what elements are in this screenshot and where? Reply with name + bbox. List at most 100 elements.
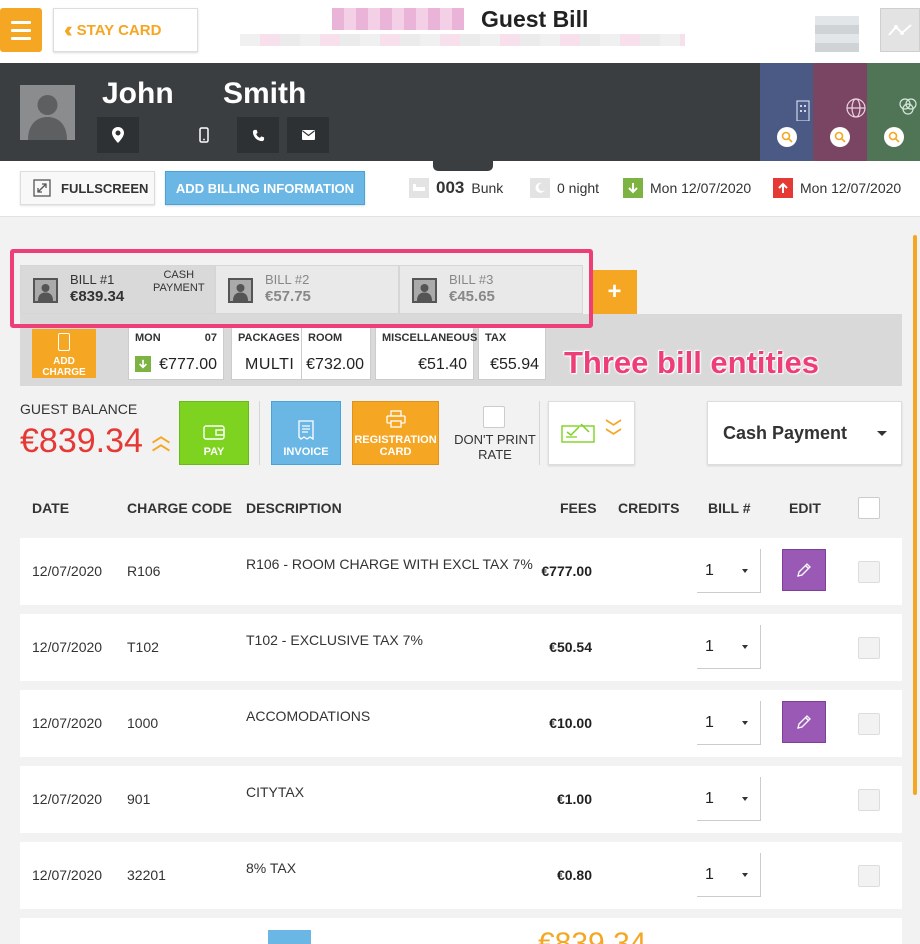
row-checkbox[interactable] — [858, 713, 880, 735]
misc-card[interactable]: MISCELLANEOUS €51.40 — [375, 326, 478, 380]
nights-info: 0 night — [530, 178, 599, 198]
row-bill-select[interactable]: 1 — [697, 853, 761, 897]
row-fee: €777.00 — [541, 563, 592, 579]
guest-balance-label: GUEST BALANCE — [20, 401, 138, 417]
col-header-fees[interactable]: FEES — [560, 500, 597, 516]
room-card[interactable]: ROOM €732.00 — [301, 326, 371, 380]
select-all-checkbox[interactable] — [858, 497, 880, 519]
table-row[interactable]: 12/07/2020 901 CITYTAX €1.00 1 — [20, 766, 902, 833]
misc-value: €51.40 — [418, 356, 467, 373]
pencil-icon — [797, 563, 811, 577]
stay-card-button[interactable]: ‹‹ STAY CARD — [53, 8, 198, 52]
tax-label: TAX — [485, 332, 507, 344]
dont-print-rate-checkbox[interactable] — [483, 406, 505, 428]
envelope-icon[interactable] — [287, 117, 329, 153]
phone-icon[interactable] — [237, 117, 279, 153]
row-charge-code: 32201 — [127, 867, 166, 883]
tile-hotel[interactable] — [760, 63, 814, 161]
row-checkbox[interactable] — [858, 637, 880, 659]
drawer-handle[interactable] — [433, 159, 493, 171]
room-value: €732.00 — [306, 356, 364, 373]
tile-groups[interactable] — [866, 63, 920, 161]
col-header-charge-code[interactable]: CHARGE CODE — [127, 500, 232, 516]
row-date: 12/07/2020 — [32, 563, 103, 579]
cheque-icon — [561, 423, 596, 443]
footer-total: €839.34 — [538, 929, 646, 944]
invoice-button[interactable]: INVOICE — [271, 401, 341, 465]
add-billing-info-button[interactable]: ADD BILLING INFORMATION — [165, 171, 365, 205]
row-bill-select[interactable]: 1 — [697, 549, 761, 593]
room-label: ROOM — [308, 332, 343, 344]
packages-value: MULTI — [245, 356, 295, 373]
dont-print-line2: RATE — [478, 447, 512, 462]
printer-icon — [385, 410, 406, 428]
payment-method-select[interactable]: Cash Payment — [707, 401, 902, 465]
row-bill-value: 1 — [705, 638, 714, 655]
row-bill-select[interactable]: 1 — [697, 701, 761, 745]
row-bill-value: 1 — [705, 790, 714, 807]
map-pin-icon[interactable] — [97, 117, 139, 153]
row-date: 12/07/2020 — [32, 715, 103, 731]
table-row[interactable]: 12/07/2020 T102 T102 - EXCLUSIVE TAX 7% … — [20, 614, 902, 681]
col-header-date[interactable]: DATE — [32, 500, 69, 516]
mobile-phone-icon[interactable] — [183, 117, 225, 153]
separator — [259, 401, 260, 465]
add-charge-line2: CHARGE — [42, 367, 86, 378]
nights-value: 0 night — [557, 180, 600, 196]
row-bill-select[interactable]: 1 — [697, 777, 761, 821]
row-charge-code: T102 — [127, 639, 159, 655]
dont-print-line1: DON'T PRINT — [454, 432, 536, 447]
add-bill-button[interactable]: + — [592, 270, 637, 314]
row-checkbox[interactable] — [858, 561, 880, 583]
departure-date: Mon 12/07/2020 — [800, 180, 902, 196]
col-header-edit[interactable]: EDIT — [789, 500, 821, 516]
double-chevron-up-icon[interactable]: ︿ ︿ — [152, 427, 170, 453]
tax-card[interactable]: TAX €55.94 — [478, 326, 546, 380]
guest-first-name[interactable]: John — [102, 77, 174, 111]
line-graph-icon[interactable] — [880, 8, 920, 52]
chevron-down-icon — [742, 721, 748, 725]
moon-icon — [530, 178, 550, 198]
row-checkbox[interactable] — [858, 789, 880, 811]
fullscreen-button[interactable]: FULLSCREEN — [20, 171, 155, 205]
payment-method-value: Cash Payment — [723, 422, 848, 443]
row-bill-select[interactable]: 1 — [697, 625, 761, 669]
table-row[interactable]: 12/07/2020 32201 8% TAX €0.80 1 — [20, 842, 902, 909]
page-title: Guest Bill — [481, 6, 589, 32]
departure-info: Mon 12/07/2020 — [773, 178, 901, 198]
footer-action-button[interactable] — [268, 930, 311, 944]
double-chevron-down-icon: ﹀ ﹀ — [605, 420, 622, 446]
guest-last-name[interactable]: Smith — [223, 77, 306, 111]
blurred-user-avatar[interactable] — [815, 16, 859, 52]
edit-button[interactable] — [782, 549, 826, 591]
hamburger-icon[interactable] — [0, 8, 42, 52]
pay-label: PAY — [203, 446, 225, 458]
registration-card-button[interactable]: REGISTRATION CARD — [352, 401, 439, 465]
scrollbar[interactable] — [913, 235, 917, 795]
row-description: CITYTAX — [246, 784, 305, 800]
guest-balance-amount: €839.34 — [20, 422, 143, 460]
search-icon — [830, 127, 851, 147]
row-date: 12/07/2020 — [32, 639, 103, 655]
col-header-bill-number[interactable]: BILL # — [708, 500, 751, 516]
col-header-credits[interactable]: CREDITS — [618, 500, 679, 516]
blurred-hotel-address — [240, 34, 685, 46]
top-bar: ‹‹ STAY CARD Guest Bill — [0, 0, 920, 63]
misc-label: MISCELLANEOUS — [382, 332, 478, 344]
tile-web[interactable] — [813, 63, 867, 161]
add-charge-button[interactable]: ADD CHARGE — [32, 329, 96, 378]
table-row[interactable]: 12/07/2020 1000 ACCOMODATIONS €10.00 1 — [20, 690, 902, 757]
arrow-down-icon — [623, 178, 643, 198]
row-description: ACCOMODATIONS — [246, 708, 371, 724]
arrow-up-icon — [773, 178, 793, 198]
cheque-button[interactable]: ﹀ ﹀ — [548, 401, 635, 465]
stay-card-label: STAY CARD — [76, 21, 162, 39]
row-description: T102 - EXCLUSIVE TAX 7% — [246, 632, 423, 648]
row-checkbox[interactable] — [858, 865, 880, 887]
day-total-card[interactable]: MON 07 €777.00 — [128, 326, 224, 380]
pay-button[interactable]: PAY — [179, 401, 249, 465]
table-row[interactable]: 12/07/2020 R106 R106 - ROOM CHARGE WITH … — [20, 538, 902, 605]
room-info: 003 Bunk — [409, 178, 503, 198]
edit-button[interactable] — [782, 701, 826, 743]
col-header-description[interactable]: DESCRIPTION — [246, 500, 342, 516]
